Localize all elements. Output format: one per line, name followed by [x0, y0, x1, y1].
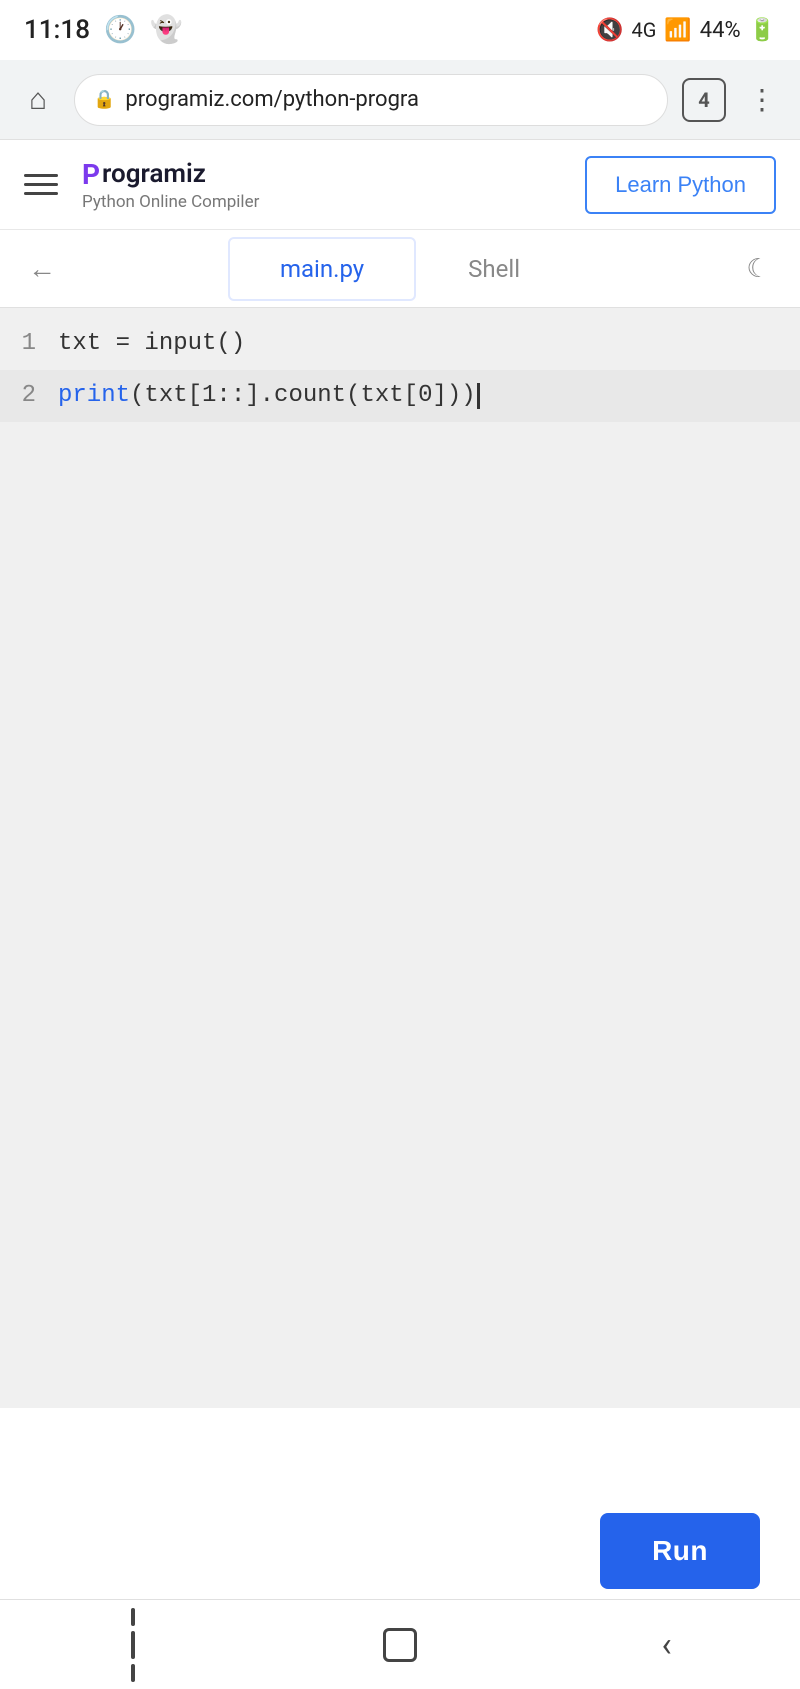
bottom-nav-bar: ‹	[0, 1599, 800, 1689]
nav-recent-apps-button[interactable]	[103, 1615, 163, 1675]
browser-chrome: ⌂ 🔒 programiz.com/python-progra 4 ⋮	[0, 60, 800, 140]
logo-subtitle: Python Online Compiler	[82, 192, 259, 212]
moon-icon: ☾	[746, 254, 769, 284]
tab-count-badge[interactable]: 4	[682, 78, 726, 122]
nav-back-button[interactable]: ‹	[637, 1615, 697, 1675]
back-arrow-icon: ←	[28, 252, 56, 285]
logo-p-letter: P	[82, 158, 100, 191]
home-icon: ⌂	[29, 82, 47, 117]
battery-icon: 🔋	[749, 18, 776, 43]
tab-shell[interactable]: Shell	[416, 237, 572, 301]
browser-menu-button[interactable]: ⋮	[740, 78, 784, 122]
url-text: programiz.com/python-progra	[125, 87, 649, 112]
run-button-container: Run	[600, 1513, 760, 1589]
code-line-1: 1 txt = input()	[0, 318, 800, 370]
nav-home-button[interactable]	[370, 1615, 430, 1675]
text-cursor	[477, 383, 480, 409]
hamburger-menu-button[interactable]	[24, 174, 62, 195]
run-button[interactable]: Run	[600, 1513, 760, 1589]
line-content-2: print (txt[1::].count(txt[0]))	[52, 374, 800, 418]
back-chevron-icon: ‹	[662, 1625, 672, 1665]
signal-icon: 4G	[631, 18, 656, 42]
status-bar: 11:18 🕐 👻 🔇 4G 📶 44% 🔋	[0, 0, 800, 60]
hamburger-line-1	[24, 174, 58, 177]
logo: P rogramiz Python Online Compiler	[82, 158, 259, 212]
clock-icon: 🕐	[104, 15, 136, 45]
logo-name-text: rogramiz	[102, 159, 206, 189]
wifi-bars-icon: 📶	[664, 18, 691, 43]
browser-home-button[interactable]: ⌂	[16, 78, 60, 122]
line-number-2: 2	[0, 374, 52, 418]
tabs-container: main.py Shell	[228, 237, 572, 301]
home-square-icon	[383, 1628, 417, 1662]
code-editor[interactable]: 1 txt = input() 2 print (txt[1::].count(…	[0, 308, 800, 1408]
ghost-icon: 👻	[150, 15, 182, 45]
mute-icon: 🔇	[596, 18, 623, 43]
code-txt-var: txt = input()	[58, 322, 245, 366]
tab-back-button[interactable]: ←	[20, 247, 64, 291]
tab-bar: ← main.py Shell ☾	[0, 230, 800, 308]
app-header: P rogramiz Python Online Compiler Learn …	[0, 140, 800, 230]
hamburger-line-2	[24, 183, 58, 186]
learn-python-button[interactable]: Learn Python	[585, 156, 776, 214]
three-dots-icon: ⋮	[748, 83, 776, 116]
recent-apps-icon	[131, 1608, 135, 1682]
status-time: 11:18	[24, 15, 90, 45]
code-line-2: 2 print (txt[1::].count(txt[0]))	[0, 370, 800, 422]
battery-level: 44%	[700, 18, 741, 43]
hamburger-line-3	[24, 192, 58, 195]
lock-icon: 🔒	[93, 89, 115, 110]
tab-main-py[interactable]: main.py	[228, 237, 416, 301]
code-print-keyword: print	[58, 374, 130, 418]
address-bar[interactable]: 🔒 programiz.com/python-progra	[74, 74, 668, 126]
code-print-args: (txt[1::].count(txt[0]))	[130, 374, 476, 418]
line-number-1: 1	[0, 322, 52, 366]
line-content-1: txt = input()	[52, 322, 800, 366]
dark-mode-button[interactable]: ☾	[736, 247, 780, 291]
